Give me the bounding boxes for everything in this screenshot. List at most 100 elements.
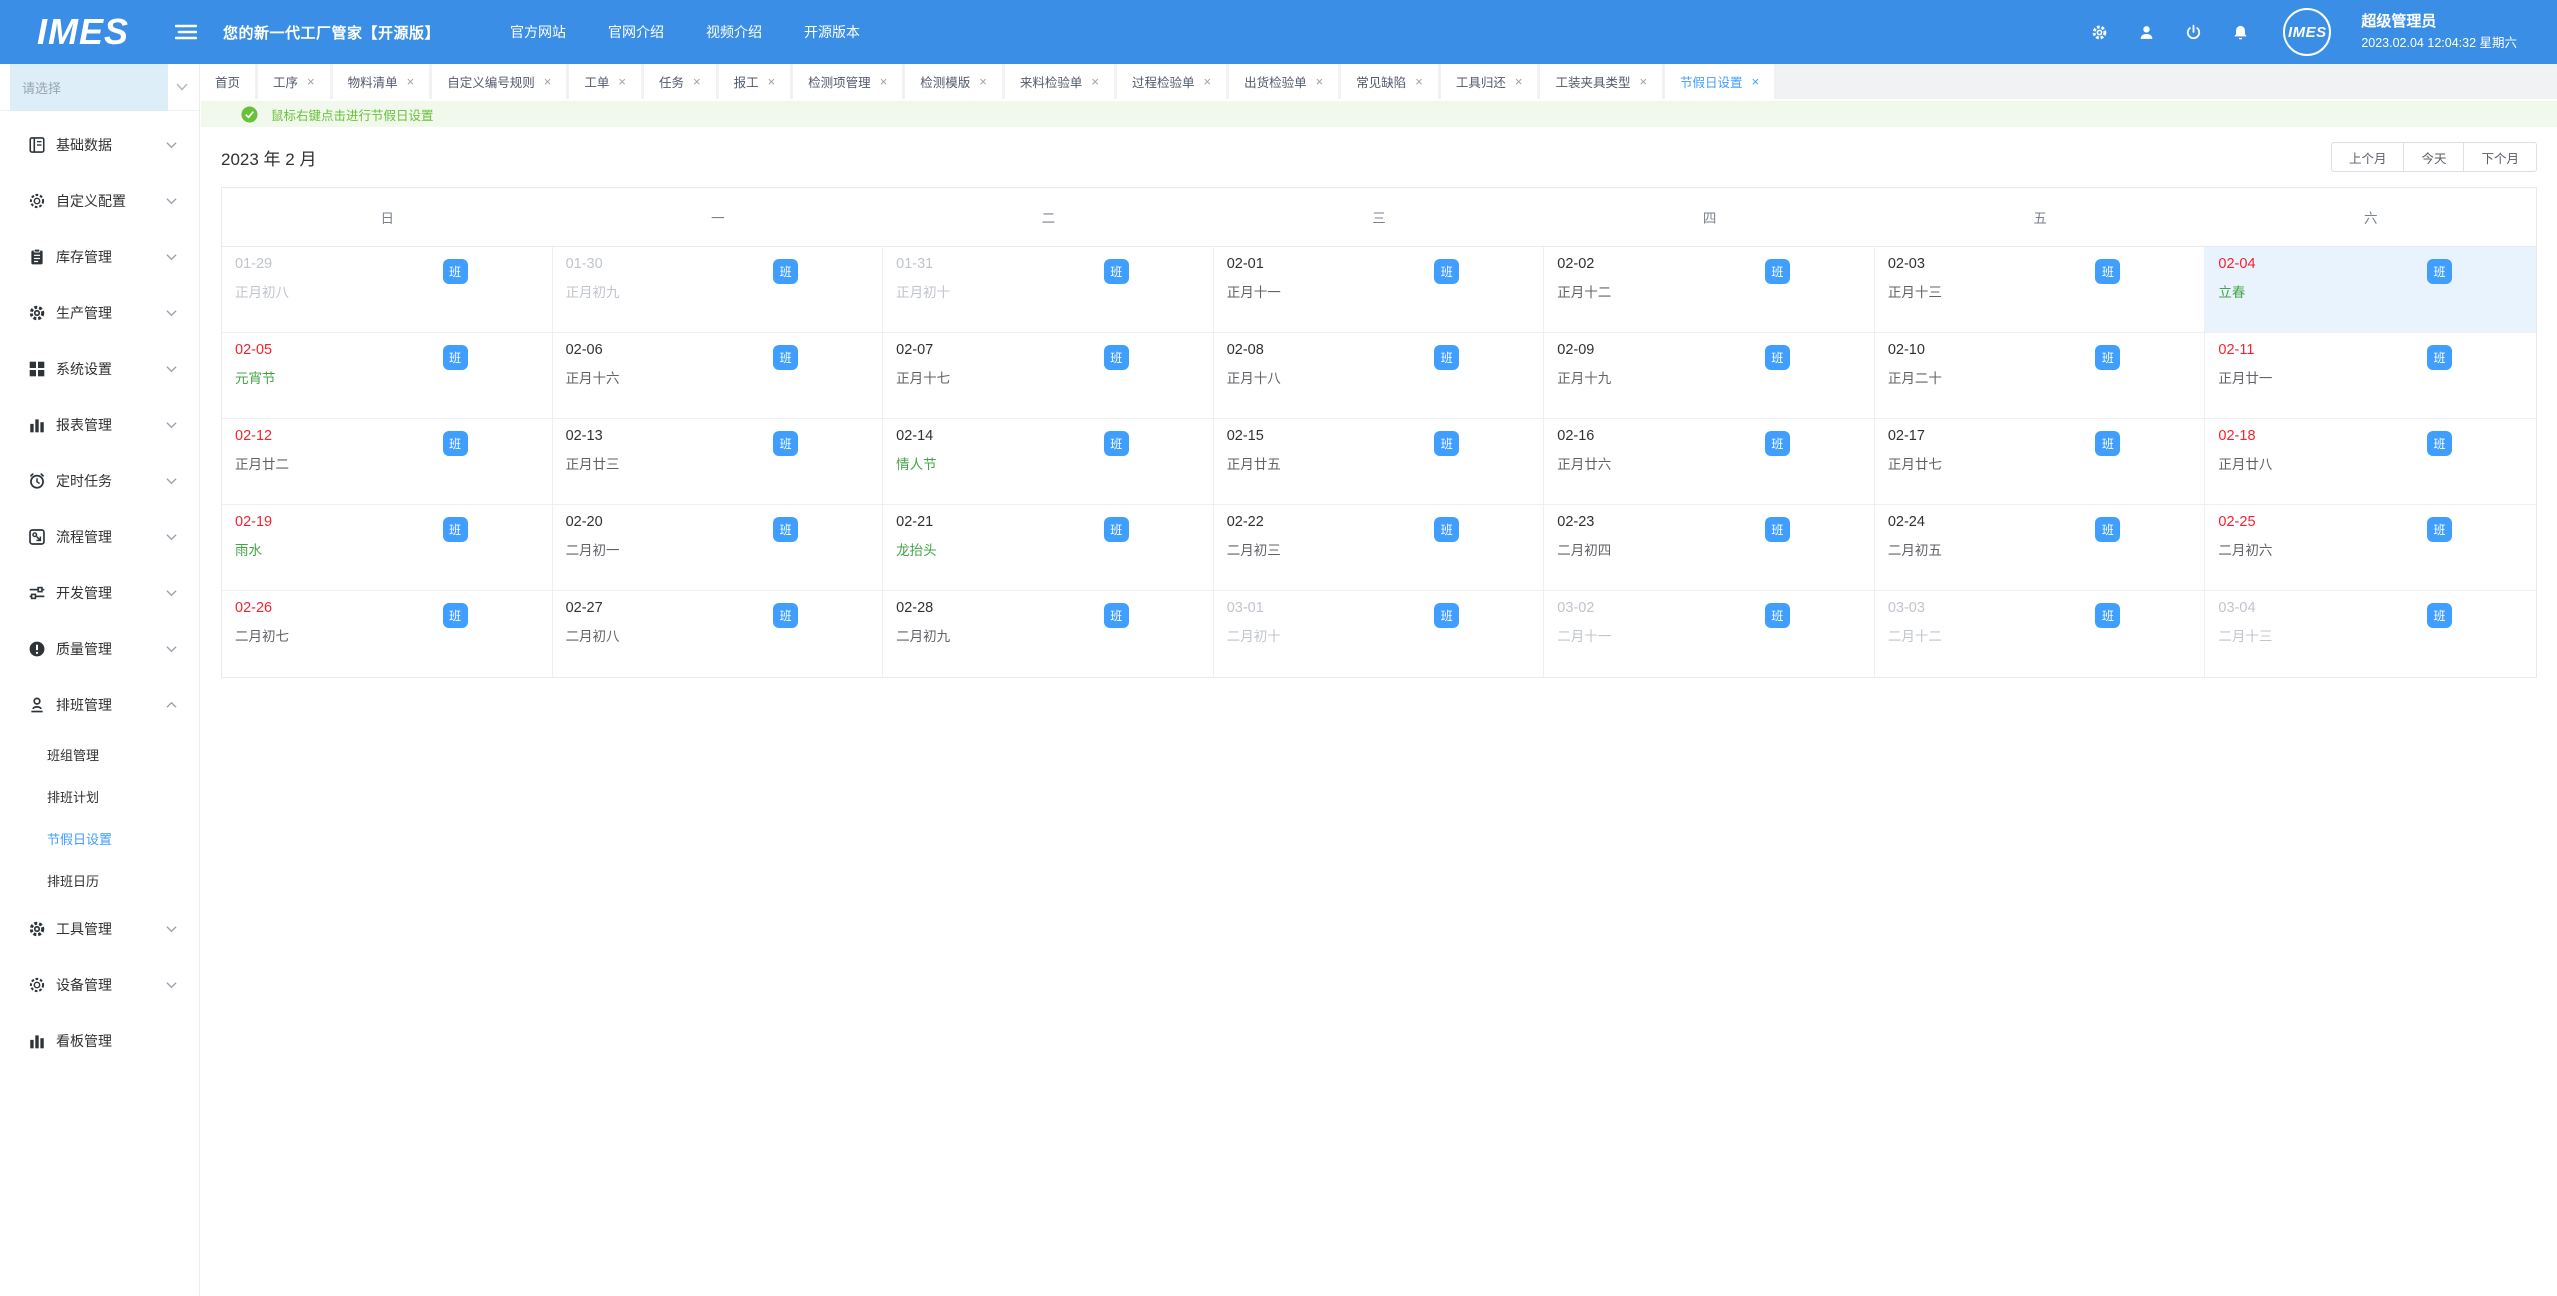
shift-badge[interactable]: 班 [1434, 517, 1459, 542]
header-nav-link[interactable]: 开源版本 [804, 22, 860, 42]
sidebar-subitem-节假日设置[interactable]: 节假日设置 [0, 817, 199, 859]
sidebar-item-设备管理[interactable]: 设备管理 [0, 957, 199, 1013]
shift-badge[interactable]: 班 [1765, 259, 1790, 284]
calendar-button-今天[interactable]: 今天 [2403, 142, 2464, 172]
sidebar-item-定时任务[interactable]: 定时任务 [0, 453, 199, 509]
calendar-cell-03-03[interactable]: 03-03二月十二班 [1875, 591, 2206, 677]
tab-close-icon[interactable]: × [1091, 75, 1099, 88]
tab-close-icon[interactable]: × [1415, 75, 1423, 88]
calendar-button-上个月[interactable]: 上个月 [2331, 142, 2405, 172]
shift-badge[interactable]: 班 [443, 431, 468, 456]
shift-badge[interactable]: 班 [443, 517, 468, 542]
shift-badge[interactable]: 班 [2427, 259, 2452, 284]
calendar-cell-02-25[interactable]: 02-25二月初六班 [2205, 505, 2536, 591]
calendar-cell-02-17[interactable]: 02-17正月廿七班 [1875, 419, 2206, 505]
calendar-cell-02-20[interactable]: 02-20二月初一班 [553, 505, 884, 591]
calendar-cell-02-04[interactable]: 02-04立春班 [2205, 247, 2536, 333]
shift-badge[interactable]: 班 [773, 517, 798, 542]
shift-badge[interactable]: 班 [2427, 345, 2452, 370]
tab-节假日设置[interactable]: 节假日设置× [1665, 64, 1774, 99]
tab-检测模版[interactable]: 检测模版× [905, 64, 1002, 99]
shift-badge[interactable]: 班 [773, 259, 798, 284]
shift-badge[interactable]: 班 [1104, 259, 1129, 284]
shift-badge[interactable]: 班 [773, 345, 798, 370]
tab-工具归还[interactable]: 工具归还× [1441, 64, 1538, 99]
calendar-cell-02-24[interactable]: 02-24二月初五班 [1875, 505, 2206, 591]
sidebar-subitem-排班日历[interactable]: 排班日历 [0, 859, 199, 901]
tab-close-icon[interactable]: × [407, 75, 415, 88]
shift-badge[interactable]: 班 [1434, 259, 1459, 284]
header-nav-link[interactable]: 官网介绍 [608, 22, 664, 42]
sidebar-item-自定义配置[interactable]: 自定义配置 [0, 173, 199, 229]
tab-常见缺陷[interactable]: 常见缺陷× [1341, 64, 1438, 99]
calendar-cell-02-11[interactable]: 02-11正月廿一班 [2205, 333, 2536, 419]
header-nav-link[interactable]: 视频介绍 [706, 22, 762, 42]
shift-badge[interactable]: 班 [773, 431, 798, 456]
sidebar-item-看板管理[interactable]: 看板管理 [0, 1013, 199, 1069]
sidebar-subitem-班组管理[interactable]: 班组管理 [0, 733, 199, 775]
gear-icon[interactable] [2091, 24, 2108, 41]
tab-报工[interactable]: 报工× [719, 64, 791, 99]
calendar-cell-02-13[interactable]: 02-13正月廿三班 [553, 419, 884, 505]
calendar-cell-01-29[interactable]: 01-29正月初八班 [222, 247, 553, 333]
tab-过程检验单[interactable]: 过程检验单× [1117, 64, 1226, 99]
shift-badge[interactable]: 班 [2095, 517, 2120, 542]
bell-icon[interactable] [2232, 24, 2249, 41]
sidebar-filter-select[interactable]: 请选择 [0, 64, 199, 111]
tab-close-icon[interactable]: × [618, 75, 626, 88]
calendar-cell-02-10[interactable]: 02-10正月二十班 [1875, 333, 2206, 419]
calendar-cell-02-19[interactable]: 02-19雨水班 [222, 505, 553, 591]
calendar-cell-02-03[interactable]: 02-03正月十三班 [1875, 247, 2206, 333]
sidebar-item-开发管理[interactable]: 开发管理 [0, 565, 199, 621]
shift-badge[interactable]: 班 [2095, 431, 2120, 456]
calendar-cell-03-04[interactable]: 03-04二月十三班 [2205, 591, 2536, 677]
shift-badge[interactable]: 班 [1765, 345, 1790, 370]
calendar-cell-02-07[interactable]: 02-07正月十七班 [883, 333, 1214, 419]
sidebar-item-工具管理[interactable]: 工具管理 [0, 901, 199, 957]
shift-badge[interactable]: 班 [773, 603, 798, 628]
tab-出货检验单[interactable]: 出货检验单× [1229, 64, 1338, 99]
tab-来料检验单[interactable]: 来料检验单× [1005, 64, 1114, 99]
shift-badge[interactable]: 班 [1434, 345, 1459, 370]
calendar-cell-02-22[interactable]: 02-22二月初三班 [1214, 505, 1545, 591]
calendar-cell-03-02[interactable]: 03-02二月十一班 [1544, 591, 1875, 677]
tab-close-icon[interactable]: × [1515, 75, 1523, 88]
calendar-cell-02-06[interactable]: 02-06正月十六班 [553, 333, 884, 419]
calendar-cell-02-09[interactable]: 02-09正月十九班 [1544, 333, 1875, 419]
calendar-cell-02-15[interactable]: 02-15正月廿五班 [1214, 419, 1545, 505]
tab-close-icon[interactable]: × [693, 75, 701, 88]
shift-badge[interactable]: 班 [2427, 603, 2452, 628]
sidebar-item-流程管理[interactable]: 流程管理 [0, 509, 199, 565]
tab-任务[interactable]: 任务× [644, 64, 716, 99]
tab-工单[interactable]: 工单× [569, 64, 641, 99]
calendar-cell-02-23[interactable]: 02-23二月初四班 [1544, 505, 1875, 591]
sidebar-item-基础数据[interactable]: 基础数据 [0, 117, 199, 173]
calendar-cell-02-05[interactable]: 02-05元宵节班 [222, 333, 553, 419]
calendar-button-下个月[interactable]: 下个月 [2463, 142, 2537, 172]
shift-badge[interactable]: 班 [1104, 345, 1129, 370]
sidebar-subitem-排班计划[interactable]: 排班计划 [0, 775, 199, 817]
tab-工序[interactable]: 工序× [258, 64, 330, 99]
calendar-cell-01-31[interactable]: 01-31正月初十班 [883, 247, 1214, 333]
tab-close-icon[interactable]: × [768, 75, 776, 88]
calendar-cell-02-28[interactable]: 02-28二月初九班 [883, 591, 1214, 677]
user-icon[interactable] [2138, 24, 2155, 41]
tab-物料清单[interactable]: 物料清单× [333, 64, 430, 99]
calendar-cell-02-01[interactable]: 02-01正月十一班 [1214, 247, 1545, 333]
tab-close-icon[interactable]: × [307, 75, 315, 88]
tab-首页[interactable]: 首页 [200, 64, 255, 99]
shift-badge[interactable]: 班 [443, 259, 468, 284]
shift-badge[interactable]: 班 [1765, 517, 1790, 542]
shift-badge[interactable]: 班 [1104, 431, 1129, 456]
calendar-cell-03-01[interactable]: 03-01二月初十班 [1214, 591, 1545, 677]
calendar-cell-02-26[interactable]: 02-26二月初七班 [222, 591, 553, 677]
calendar-cell-02-08[interactable]: 02-08正月十八班 [1214, 333, 1545, 419]
shift-badge[interactable]: 班 [1104, 517, 1129, 542]
calendar-cell-01-30[interactable]: 01-30正月初九班 [553, 247, 884, 333]
shift-badge[interactable]: 班 [1434, 603, 1459, 628]
calendar-cell-02-12[interactable]: 02-12正月廿二班 [222, 419, 553, 505]
tab-close-icon[interactable]: × [544, 75, 552, 88]
tab-close-icon[interactable]: × [1752, 75, 1760, 88]
tab-自定义编号规则[interactable]: 自定义编号规则× [432, 64, 566, 99]
shift-badge[interactable]: 班 [2095, 603, 2120, 628]
